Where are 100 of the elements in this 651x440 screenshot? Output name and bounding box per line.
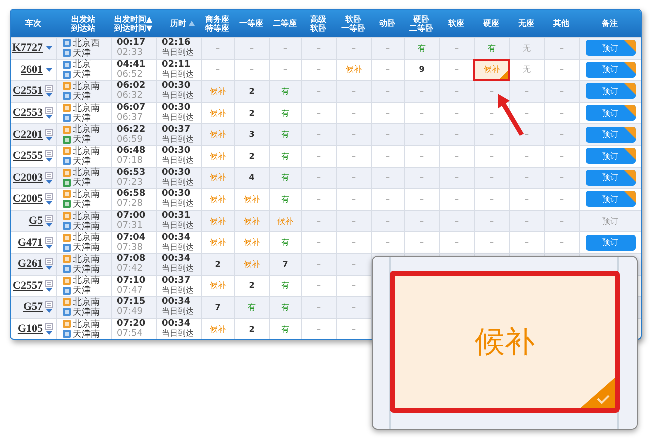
book-button[interactable]: 预订 xyxy=(586,148,636,164)
book-button[interactable]: 预订 xyxy=(586,62,636,78)
train-number-link[interactable]: G471 xyxy=(18,236,43,249)
seat-cell[interactable]: 有 xyxy=(269,124,301,145)
seat-cell[interactable]: 4 xyxy=(234,168,269,188)
seat-cell[interactable]: – xyxy=(301,81,336,102)
seat-cell[interactable]: – xyxy=(474,210,509,232)
list-icon[interactable] xyxy=(45,172,53,179)
caret-icon[interactable] xyxy=(46,93,52,98)
seat-cell[interactable]: – xyxy=(509,81,544,102)
train-number-link[interactable]: G261 xyxy=(18,258,43,270)
seat-cell[interactable]: – xyxy=(336,318,371,340)
seat-cell[interactable]: – xyxy=(371,210,404,232)
seat-cell[interactable]: – xyxy=(301,124,336,145)
seat-cell[interactable]: – xyxy=(234,38,269,59)
list-icon[interactable] xyxy=(45,150,53,158)
seat-cell[interactable]: – xyxy=(544,210,579,232)
caret-icon[interactable] xyxy=(46,115,52,120)
seat-cell[interactable]: – xyxy=(474,124,509,145)
seat-cell[interactable]: – xyxy=(336,124,371,145)
seat-cell[interactable]: – xyxy=(301,318,336,340)
caret-icon[interactable] xyxy=(46,266,52,270)
seat-cell[interactable]: – xyxy=(301,38,336,59)
caret-icon[interactable] xyxy=(46,136,52,141)
caret-icon[interactable] xyxy=(46,46,52,50)
seat-cell[interactable]: 7 xyxy=(269,254,301,275)
seat-cell[interactable]: – xyxy=(201,38,234,59)
book-button[interactable]: 预订 xyxy=(586,105,636,122)
train-number-link[interactable]: 2601 xyxy=(21,64,43,76)
seat-cell[interactable]: 7 xyxy=(201,297,234,318)
list-icon[interactable] xyxy=(45,323,53,330)
seat-cell[interactable]: 2 xyxy=(234,318,269,340)
list-icon[interactable] xyxy=(45,258,53,266)
train-number-link[interactable]: G105 xyxy=(18,323,43,336)
train-number-link[interactable]: K7727 xyxy=(12,42,43,54)
caret-icon[interactable] xyxy=(46,288,52,292)
seat-cell[interactable]: 无 xyxy=(509,38,544,59)
seat-cell[interactable]: 3 xyxy=(234,124,269,145)
book-button[interactable]: 预订 xyxy=(586,191,636,208)
seat-cell[interactable]: – xyxy=(336,210,371,232)
seat-cell[interactable]: 有 xyxy=(404,38,439,59)
seat-cell[interactable]: – xyxy=(336,81,371,102)
seat-cell[interactable]: – xyxy=(544,168,579,188)
seat-cell[interactable]: – xyxy=(404,124,439,145)
caret-icon[interactable] xyxy=(46,244,52,249)
seat-cell[interactable]: – xyxy=(404,210,439,232)
book-button[interactable]: 预订 xyxy=(586,126,636,143)
train-number-link[interactable]: C2553 xyxy=(13,107,43,120)
train-number-link[interactable]: G5 xyxy=(28,215,43,228)
seat-cell[interactable]: – xyxy=(269,38,301,59)
book-button[interactable]: 预订 xyxy=(586,170,636,186)
seat-cell[interactable]: – xyxy=(404,168,439,188)
seat-cell[interactable]: – xyxy=(336,168,371,188)
seat-cell[interactable]: – xyxy=(371,81,404,102)
seat-cell[interactable]: 有 xyxy=(269,168,301,188)
caret-icon[interactable] xyxy=(46,201,52,206)
seat-cell[interactable]: 候补 xyxy=(269,210,301,232)
seat-cell[interactable]: – xyxy=(474,168,509,188)
seat-cell[interactable]: 候补 xyxy=(201,318,234,340)
seat-cell[interactable]: – xyxy=(336,297,371,318)
seat-cell[interactable]: 候补 xyxy=(201,168,234,188)
list-icon[interactable] xyxy=(45,85,53,92)
caret-icon[interactable] xyxy=(46,180,52,184)
book-button[interactable]: 预订 xyxy=(586,83,636,100)
seat-cell[interactable]: – xyxy=(439,38,474,59)
seat-cell[interactable]: – xyxy=(336,254,371,275)
seat-cell[interactable]: 候补 xyxy=(234,254,269,275)
seat-cell[interactable]: – xyxy=(439,168,474,188)
seat-cell[interactable]: – xyxy=(544,81,579,102)
seat-cell[interactable]: 候补 xyxy=(201,81,234,102)
train-number-link[interactable]: C2005 xyxy=(13,193,43,206)
seat-cell[interactable]: – xyxy=(509,168,544,188)
selected-seat-cell[interactable]: 候补 xyxy=(474,60,509,80)
seat-cell[interactable]: – xyxy=(301,168,336,188)
caret-icon[interactable] xyxy=(46,223,52,228)
seat-cell[interactable]: 有 xyxy=(269,81,301,102)
caret-icon[interactable] xyxy=(46,309,52,314)
seat-cell[interactable]: – xyxy=(509,210,544,232)
seat-cell[interactable]: – xyxy=(301,210,336,232)
train-number-link[interactable]: G57 xyxy=(23,301,43,314)
seat-cell[interactable]: 候补 xyxy=(234,210,269,232)
list-icon[interactable] xyxy=(45,215,53,222)
seat-cell[interactable]: – xyxy=(336,38,371,59)
seat-cell[interactable]: 候补 xyxy=(201,210,234,232)
seat-cell[interactable]: – xyxy=(439,210,474,232)
list-icon[interactable] xyxy=(45,193,53,200)
caret-icon[interactable] xyxy=(46,331,52,336)
seat-cell[interactable]: – xyxy=(301,297,336,318)
seat-cell[interactable]: – xyxy=(439,124,474,145)
list-icon[interactable] xyxy=(45,107,53,114)
seat-cell[interactable]: 2 xyxy=(234,81,269,102)
list-icon[interactable] xyxy=(45,128,53,136)
seat-cell[interactable]: 有 xyxy=(269,318,301,340)
train-number-link[interactable]: C2201 xyxy=(13,128,43,141)
sort-icon[interactable] xyxy=(189,21,195,26)
seat-cell[interactable]: 2 xyxy=(201,254,234,275)
list-icon[interactable] xyxy=(45,280,53,287)
train-number-link[interactable]: C2555 xyxy=(13,150,43,162)
seat-cell[interactable]: – xyxy=(544,124,579,145)
caret-icon[interactable] xyxy=(46,68,52,72)
